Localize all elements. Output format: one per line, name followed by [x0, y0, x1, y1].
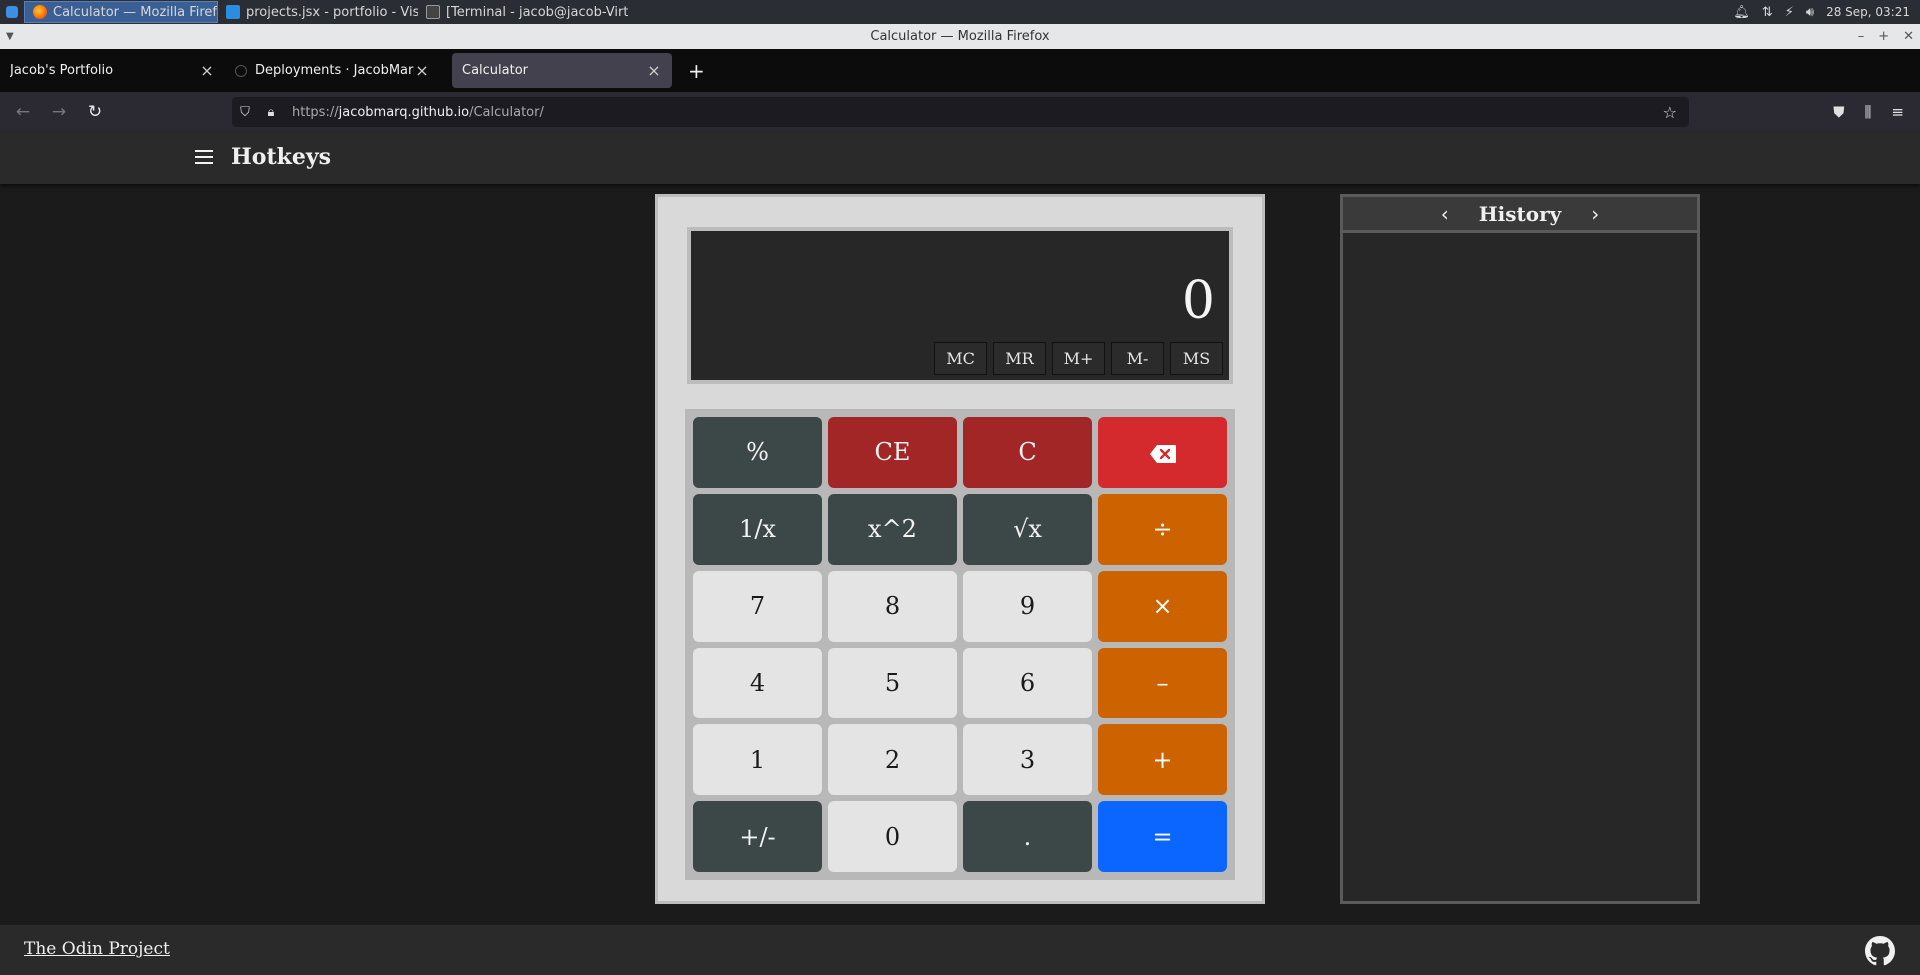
mc-button[interactable]: MC: [934, 342, 987, 375]
tab-deployments[interactable]: Deployments · JacobMarq/Cal ×: [225, 53, 440, 88]
notification-bell-icon[interactable]: 🔔︎: [1733, 5, 1750, 20]
tracking-shield-icon[interactable]: ⛉: [232, 105, 258, 120]
url-text[interactable]: https://jacobmarq.github.io/Calculator/: [292, 105, 544, 120]
tab-label: Deployments · JacobMarq/Cal: [255, 63, 414, 78]
calculator-display: 0 MC MR M+ M- MS: [687, 227, 1233, 384]
browser-navbar: ← → ↻ ⛉ 🔒︎ https://jacobmarq.github.io/C…: [0, 92, 1920, 132]
sqrt-button[interactable]: √x: [963, 493, 1092, 565]
window-title: Calculator — Mozilla Firefox: [870, 29, 1050, 44]
tab-label: Jacob's Portfolio: [10, 63, 114, 78]
url-bar[interactable]: ⛉ 🔒︎ https://jacobmarq.github.io/Calcula…: [232, 97, 1689, 127]
plus-button[interactable]: +: [1098, 724, 1227, 796]
page-footer: The Odin Project: [0, 925, 1920, 975]
backspace-button[interactable]: [1098, 417, 1227, 488]
tab-close-icon[interactable]: ×: [414, 61, 430, 80]
os-menu-icon[interactable]: [0, 0, 24, 24]
power-icon[interactable]: ⚡︎: [1785, 5, 1794, 20]
multiply-button[interactable]: ×: [1098, 570, 1227, 642]
tab-label: Calculator: [462, 63, 529, 78]
bookmark-star-icon[interactable]: ☆: [1663, 103, 1677, 122]
divide-button[interactable]: ÷: [1098, 493, 1227, 565]
history-title: History: [1478, 201, 1562, 226]
m-minus-button[interactable]: M-: [1111, 342, 1164, 375]
taskbar-item-label: Calculator — Mozilla Firefox: [53, 4, 218, 20]
clock[interactable]: 28 Sep, 03:21: [1826, 5, 1910, 19]
os-taskbar: Calculator — Mozilla Firefox projects.js…: [0, 0, 1920, 24]
clear-button[interactable]: C: [963, 417, 1092, 488]
history-header: ‹ History ›: [1343, 197, 1697, 233]
odin-project-link[interactable]: The Odin Project: [24, 939, 170, 959]
new-tab-icon[interactable]: +: [688, 59, 705, 83]
system-tray: 🔔︎ ⇅ ⚡︎ 🔊︎ 28 Sep, 03:21: [1733, 5, 1920, 20]
history-panel: ‹ History ›: [1340, 194, 1700, 904]
maximize-icon[interactable]: +: [1878, 29, 1889, 44]
vscode-icon: [226, 5, 240, 19]
page-title[interactable]: Hotkeys: [231, 144, 331, 170]
tab-portfolio[interactable]: Jacob's Portfolio ×: [0, 53, 225, 88]
m-plus-button[interactable]: M+: [1052, 342, 1105, 375]
decimal-button[interactable]: .: [963, 801, 1092, 872]
percent-button[interactable]: %: [693, 417, 822, 488]
keypad: % CE C 1/x x^2 √x ÷ 7 8 9 × 4 5 6 – 1 2 …: [685, 409, 1235, 880]
memory-buttons: MC MR M+ M- MS: [934, 342, 1223, 375]
taskbar-item-firefox[interactable]: Calculator — Mozilla Firefox: [24, 1, 218, 23]
chevron-right-icon[interactable]: ›: [1591, 202, 1599, 226]
chevron-left-icon[interactable]: ‹: [1441, 202, 1449, 226]
one-button[interactable]: 1: [693, 724, 822, 796]
five-button[interactable]: 5: [828, 647, 957, 719]
library-icon[interactable]: ⫼: [1865, 103, 1872, 121]
window-menu-icon[interactable]: ▼: [6, 31, 14, 42]
lock-icon[interactable]: 🔒︎: [258, 105, 284, 120]
github-favicon-icon: [235, 64, 247, 77]
nine-button[interactable]: 9: [963, 570, 1092, 642]
four-button[interactable]: 4: [693, 647, 822, 719]
reload-icon[interactable]: ↻: [77, 102, 113, 122]
tab-calculator[interactable]: Calculator ×: [452, 53, 672, 88]
taskbar-item-vscode[interactable]: projects.jsx - portfolio - Visua...: [218, 1, 418, 23]
calculator: 0 MC MR M+ M- MS % CE C 1/x x^2 √x ÷ 7 8…: [655, 194, 1265, 904]
back-icon[interactable]: ←: [5, 102, 41, 122]
minimize-icon[interactable]: –: [1858, 29, 1865, 44]
close-window-icon[interactable]: ✕: [1903, 29, 1914, 44]
eight-button[interactable]: 8: [828, 570, 957, 642]
square-button[interactable]: x^2: [828, 493, 957, 565]
ms-button[interactable]: MS: [1170, 342, 1223, 375]
reciprocal-button[interactable]: 1/x: [693, 493, 822, 565]
page-header: Hotkeys: [0, 132, 1920, 184]
tab-close-icon[interactable]: ×: [646, 61, 662, 80]
zero-button[interactable]: 0: [828, 801, 957, 872]
backspace-icon: [1149, 442, 1177, 464]
taskbar-item-label: [Terminal - jacob@jacob-Virt...: [446, 4, 628, 20]
firefox-icon: [33, 5, 47, 19]
seven-button[interactable]: 7: [693, 570, 822, 642]
three-button[interactable]: 3: [963, 724, 1092, 796]
volume-icon[interactable]: 🔊︎: [1806, 5, 1814, 20]
github-icon[interactable]: [1865, 936, 1895, 966]
negate-button[interactable]: +/-: [693, 801, 822, 872]
taskbar-item-label: projects.jsx - portfolio - Visua...: [246, 4, 418, 20]
network-icon[interactable]: ⇅: [1762, 5, 1773, 20]
window-titlebar: ▼ Calculator — Mozilla Firefox – + ✕: [0, 24, 1920, 49]
mr-button[interactable]: MR: [993, 342, 1046, 375]
six-button[interactable]: 6: [963, 647, 1092, 719]
minus-button[interactable]: –: [1098, 647, 1227, 719]
hamburger-menu-icon[interactable]: [195, 150, 213, 164]
app-menu-icon[interactable]: ≡: [1891, 103, 1904, 121]
pocket-icon[interactable]: ⛊: [1833, 103, 1844, 121]
two-button[interactable]: 2: [828, 724, 957, 796]
terminal-icon: [426, 5, 440, 19]
equals-button[interactable]: =: [1098, 801, 1227, 872]
taskbar-item-terminal[interactable]: [Terminal - jacob@jacob-Virt...: [418, 1, 628, 23]
forward-icon[interactable]: →: [41, 102, 77, 122]
display-value: 0: [1181, 271, 1215, 331]
browser-tab-strip: Jacob's Portfolio × Deployments · JacobM…: [0, 49, 1920, 92]
tab-close-icon[interactable]: ×: [199, 61, 215, 80]
clear-entry-button[interactable]: CE: [828, 417, 957, 488]
